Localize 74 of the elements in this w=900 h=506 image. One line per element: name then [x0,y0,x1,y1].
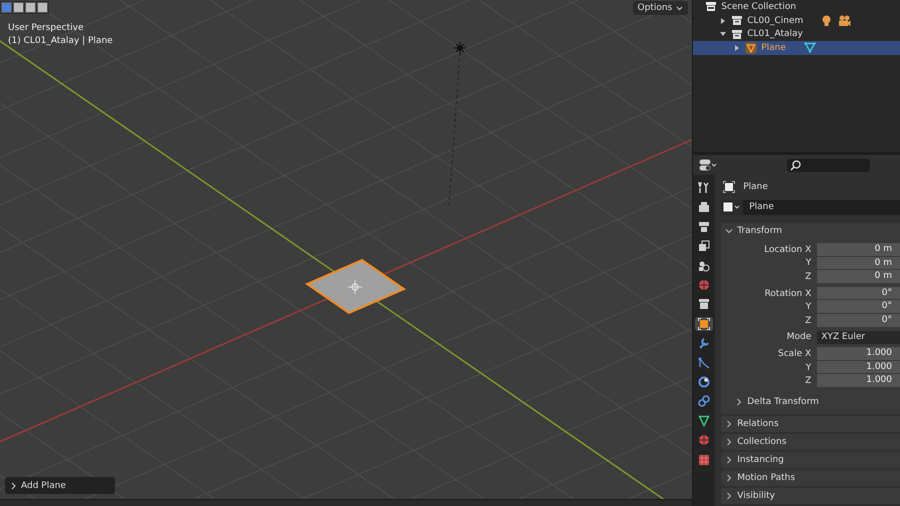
field-label: Y [804,302,812,312]
object-browse-dropdown[interactable] [721,200,744,215]
panel-title: Delta Transform [747,397,819,407]
view-name: User Perspective [8,22,84,35]
outliner-row[interactable]: Scene Collection [693,0,900,14]
number-field[interactable]: 1.000 [817,374,900,388]
number-field[interactable]: 0 m [817,270,900,284]
mesh-data-icon[interactable] [804,42,816,54]
panel-header[interactable]: Transform [721,223,900,240]
number-field[interactable]: 1.000 [817,360,900,374]
outliner-item-name: CL01_Atalay [747,29,803,40]
outliner-item-name: CL00_Cinem [747,16,804,26]
collection-box-icon [731,28,744,40]
outliner-item-name: Plane [761,42,786,53]
search-icon [790,160,802,171]
panel-header[interactable]: Instancing [721,452,900,468]
panel-title: Transform [737,226,782,236]
selection-mode-icon[interactable] [37,2,48,13]
box-icon [705,1,718,12]
panel-title: Visibility [737,491,775,501]
panel-title: Collections [737,437,786,447]
collection-box-icon [731,15,744,26]
object-context: (1) CL01_Atalay | Plane [8,35,113,48]
number-field[interactable]: 0 m [817,256,900,270]
outliner-row[interactable]: Plane [693,41,900,55]
outliner-row[interactable]: CL00_Cinem [693,14,900,28]
panel-title: Relations [737,419,779,429]
editor-type-icon[interactable] [699,159,718,172]
plane-object[interactable] [304,258,406,314]
mesh-object-icon [745,42,758,54]
camera-icon[interactable] [838,14,852,27]
selection-mode-icon[interactable] [25,2,36,13]
field-label: Y [804,362,812,373]
panel-header[interactable]: Motion Paths [721,470,900,486]
chevron-icon [735,398,744,406]
chevron-icon [725,438,734,446]
number-field[interactable]: 0° [817,314,900,328]
number-field[interactable]: 1.000 [817,347,900,361]
last-operator-panel[interactable]: Add Plane [5,477,115,494]
lightbulb-icon[interactable] [821,14,832,27]
field-label: Scale X [776,349,812,360]
panel-header[interactable]: Visibility [721,488,900,504]
outliner-item-name: Scene Collection [721,2,796,12]
panel-header[interactable]: Relations [721,416,900,432]
number-field[interactable]: 0° [817,286,900,300]
field-label: Location X [763,244,812,255]
panel-title: Motion Paths [737,473,796,483]
panel-title: Instancing [737,455,784,465]
3d-viewport[interactable]: User Perspective (1) CL01_Atalay | Plane Options Add Plane [0,0,692,506]
number-field[interactable]: 0° [817,300,900,314]
context-object-name: Plane [743,182,768,192]
object-icon [723,181,736,194]
field-label: Z [804,316,812,326]
selection-mode-icon[interactable] [13,2,24,13]
chevron-icon [11,482,16,490]
panel-header[interactable]: Collections [721,434,900,450]
chevron-icon [725,492,734,500]
field-label: Z [804,272,812,282]
outliner-row[interactable]: CL01_Atalay [693,27,900,42]
field-label: Z [804,376,812,386]
field-label: Mode [786,332,812,342]
field-label: Y [804,258,812,268]
chevron-icon [725,456,734,464]
rotation-mode-dropdown[interactable]: XYZ Euler [817,330,900,344]
number-field[interactable]: 0 m [817,243,900,257]
chevron-icon [725,474,734,482]
object-tab[interactable] [695,316,714,331]
search-field[interactable] [787,158,870,172]
object-name-field[interactable]: Plane [743,200,900,215]
chevron-icon [725,420,734,428]
chevron-icon [725,227,734,236]
caret-icon [676,6,684,10]
field-label: Rotation X [764,288,812,299]
options-dropdown[interactable]: Options [632,1,688,15]
